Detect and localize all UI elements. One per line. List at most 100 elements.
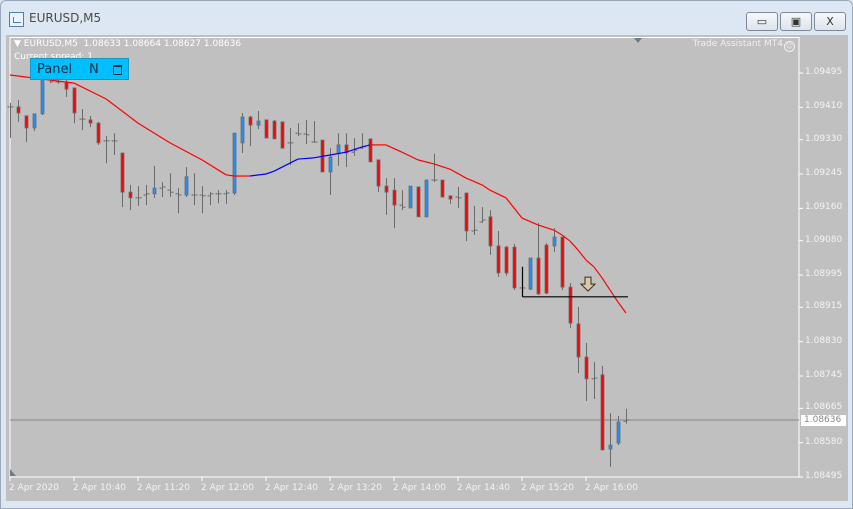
candle-body [64,81,69,90]
trade-panel[interactable]: Panel N [30,58,129,80]
price-label: 1.08495 [805,471,843,481]
moving-average-segment [385,144,403,153]
price-label: 1.09495 [805,67,843,77]
time-label: 2 Apr 15:20 [521,483,574,493]
candle-body [424,179,429,218]
candle-body [536,257,541,295]
candle-body [368,138,373,163]
candle-body [272,120,277,140]
price-label: 1.09410 [805,101,843,112]
scroll-marker-icon [10,469,16,476]
moving-average-segment [537,224,555,231]
candle-body [232,132,237,194]
candle-body [408,185,413,209]
candle-body [88,119,93,124]
sell-arrow-icon [579,276,597,292]
moving-average-segment [569,240,579,251]
moving-average-segment [489,189,507,199]
moving-average-segment [417,159,435,165]
time-label: 2 Apr 16:00 [585,483,638,493]
time-label: 2 Apr 12:40 [265,483,318,493]
candle-body [336,144,341,155]
candle-body [560,236,565,288]
moving-average-segment [401,151,419,161]
moving-average-segment [249,173,267,177]
panel-label[interactable]: Panel [37,62,72,77]
moving-average-segment [585,259,595,268]
price-label: 1.09245 [805,168,843,178]
price-label: 1.09160 [805,202,843,213]
moving-average-segment [169,142,203,161]
moving-average-segment [577,249,587,261]
candle-body [608,444,613,450]
candle-body [264,119,269,139]
time-label: 2 Apr 13:20 [329,483,382,493]
candle-body [416,186,421,218]
candle-body [448,195,453,200]
candle-body [464,192,469,232]
candle-body [440,179,445,198]
price-label: 1.08580 [805,436,843,447]
candle-body [120,152,125,193]
candle-body [488,216,493,247]
candle-body [504,246,509,274]
time-label: 2 Apr 14:40 [457,483,510,493]
time-label: 2 Apr 11:20 [137,483,190,493]
candle-body [152,187,157,195]
panel-mode-button[interactable]: N [89,62,99,77]
candle-body [248,116,253,126]
shift-marker-icon [634,38,642,43]
moving-average-segment [201,159,227,176]
time-label: 2 Apr 10:40 [73,483,126,493]
price-label: 1.08830 [805,335,843,346]
candle-body [376,159,381,187]
candle-body [280,121,285,149]
moving-average-segment [449,168,467,179]
moving-average-segment [265,170,275,175]
moving-average-segment [273,158,299,172]
candle-body [384,185,389,193]
candle-body [240,116,245,144]
indicator-name: Trade Assistant MT4 [692,39,783,49]
candle-body [616,421,621,444]
moving-average-segment [553,229,563,236]
plot-frame [9,37,800,478]
price-label: 1.08745 [805,370,843,380]
candle-body [528,257,533,290]
candle-body [16,106,21,114]
candle-body [72,87,77,114]
price-label: 1.09080 [805,234,843,245]
header-symbol: EURUSD,M5 [23,39,78,49]
moving-average-segment [105,98,139,124]
moving-average-segment [297,157,315,160]
moving-average-segment [73,82,107,100]
moving-average-segment [593,266,603,279]
moving-average-segment [617,301,627,314]
moving-average-segment [465,177,483,186]
candle-body [328,156,333,173]
moving-average-segment [433,163,451,170]
candle-body [496,245,501,274]
moving-average-segment [137,122,171,144]
candle-body [544,244,549,294]
candle-body [576,323,581,358]
price-label: 1.08995 [805,269,843,279]
candle-body [40,77,45,115]
time-label: 2 Apr 14:00 [393,483,446,493]
moving-average-segment [521,217,539,226]
candle-body [392,189,397,206]
candle-body [512,246,517,289]
panel-maximize-icon[interactable] [113,65,122,75]
candle-body [32,113,37,129]
candle-body [568,286,573,324]
moving-average-segment [609,289,619,303]
smiley-icon: ☺ [784,41,795,52]
moving-average-segment [481,184,491,191]
time-label: 2 Apr 2020 [9,483,59,493]
chart-header: ▼ EURUSD,M5 1.08633 1.08664 1.08627 1.08… [14,39,241,49]
candle-body [24,115,29,129]
candle-body [600,374,605,451]
candle-body [584,356,589,380]
time-label: 2 Apr 12:00 [201,483,254,493]
collapse-triangle-icon[interactable]: ▼ [14,39,24,49]
